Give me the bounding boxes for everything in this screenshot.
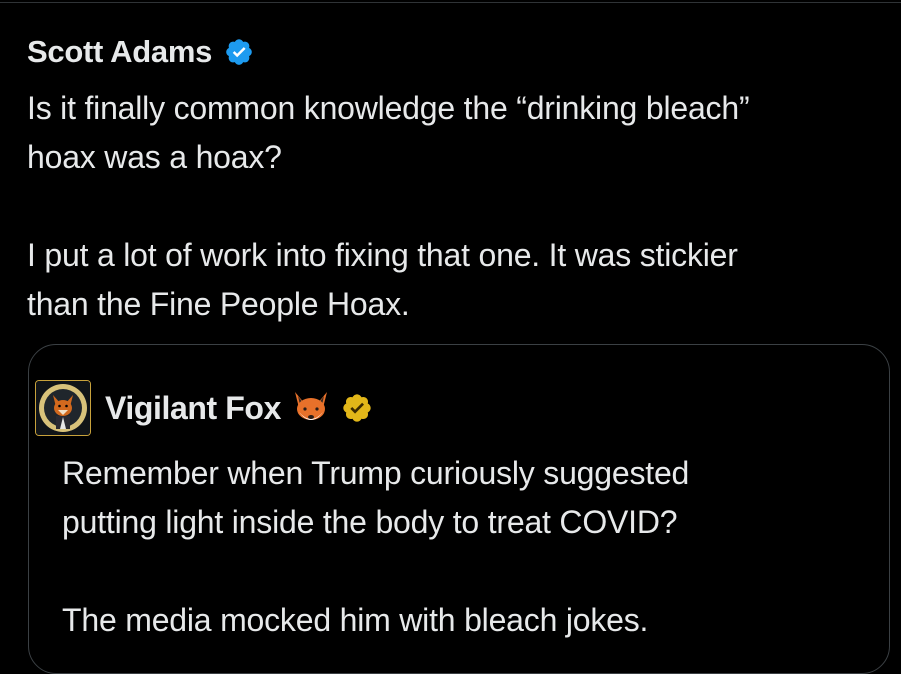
fox-emoji-icon: [294, 392, 327, 420]
fox-avatar: [36, 381, 90, 435]
divider: [0, 2, 901, 3]
quote-tweet-header: Vigilant Fox: [35, 380, 373, 436]
quote-author-name[interactable]: Vigilant Fox: [105, 390, 281, 427]
tweet-text: Is it finally common knowledge the “drin…: [27, 90, 750, 322]
tweet-header: Scott Adams: [27, 32, 254, 72]
gold-verified-badge-icon: [343, 394, 371, 422]
verified-badge-icon: [226, 39, 252, 65]
quote-tweet-text: Remember when Trump curiously suggested …: [62, 455, 690, 638]
avatar[interactable]: [35, 380, 91, 436]
author-name[interactable]: Scott Adams: [27, 34, 212, 70]
